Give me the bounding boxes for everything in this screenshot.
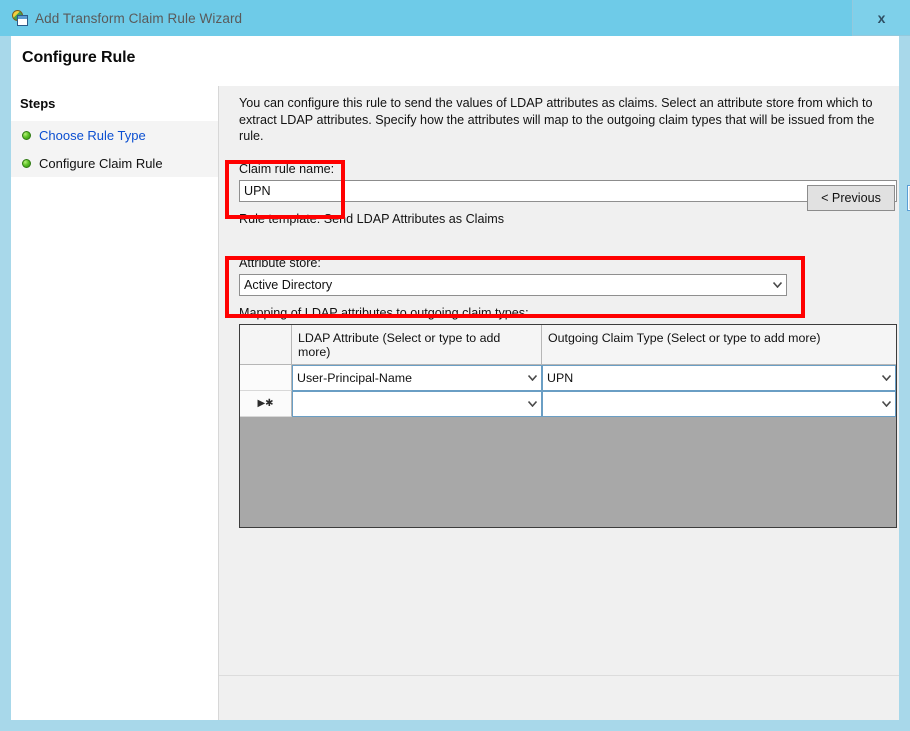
- grid-corner-cell: [240, 325, 292, 365]
- intro-description: You can configure this rule to send the …: [239, 96, 875, 143]
- column-header-outgoing-claim-type[interactable]: Outgoing Claim Type (Select or type to a…: [542, 325, 896, 365]
- mapping-grid[interactable]: LDAP Attribute (Select or type to add mo…: [239, 324, 897, 528]
- table-row[interactable]: ▶✱: [240, 391, 896, 417]
- sidebar-item-configure-claim-rule[interactable]: Configure Claim Rule: [11, 149, 218, 177]
- sidebar-item-label: Configure Claim Rule: [39, 155, 163, 171]
- column-header-ldap-attribute[interactable]: LDAP Attribute (Select or type to add mo…: [292, 325, 542, 365]
- header-bar: Configure Rule: [11, 36, 899, 86]
- attribute-store-label: Attribute store:: [239, 256, 321, 270]
- cell-outgoing-claim-type[interactable]: UPN: [542, 365, 896, 391]
- row-header-cell[interactable]: [240, 365, 292, 391]
- cell-outgoing-claim-type[interactable]: [542, 391, 896, 417]
- table-row[interactable]: User-Principal-Name UPN: [240, 365, 896, 391]
- chevron-down-icon: [769, 275, 786, 295]
- steps-list: Choose Rule Type Configure Claim Rule: [11, 121, 218, 177]
- green-dot-icon: [22, 158, 31, 168]
- adfs-wizard-icon: [12, 10, 28, 26]
- sidebar-item-choose-rule-type[interactable]: Choose Rule Type: [11, 121, 218, 149]
- body-area: Steps Choose Rule Type Configure Claim R…: [11, 86, 910, 720]
- wizard-window: Add Transform Claim Rule Wizard x Config…: [0, 0, 910, 731]
- window-title: Add Transform Claim Rule Wizard: [35, 10, 243, 26]
- cell-ldap-attribute[interactable]: [292, 391, 542, 417]
- previous-button[interactable]: < Previous: [807, 185, 895, 211]
- chevron-down-icon[interactable]: [878, 368, 895, 388]
- chevron-down-icon[interactable]: [878, 394, 895, 414]
- attribute-store-select[interactable]: Active Directory: [239, 274, 787, 296]
- row-header-new-row[interactable]: ▶✱: [240, 391, 292, 417]
- new-row-icon: ▶✱: [257, 397, 274, 409]
- cell-ldap-attribute[interactable]: User-Principal-Name: [292, 365, 542, 391]
- grid-header-row: LDAP Attribute (Select or type to add mo…: [240, 325, 896, 365]
- cell-outgoing-claim-type-value: UPN: [547, 371, 574, 385]
- chevron-down-icon[interactable]: [524, 368, 541, 388]
- page-title: Configure Rule: [22, 49, 136, 66]
- rule-template-text: Rule template: Send LDAP Attributes as C…: [239, 212, 505, 226]
- content-panel: You can configure this rule to send the …: [219, 86, 910, 720]
- claim-rule-name-input[interactable]: [239, 180, 897, 202]
- sidebar-item-label: Choose Rule Type: [39, 127, 146, 143]
- close-button[interactable]: x: [852, 0, 910, 36]
- title-bar: Add Transform Claim Rule Wizard x: [0, 0, 910, 36]
- steps-sidebar: Steps Choose Rule Type Configure Claim R…: [11, 86, 218, 720]
- mapping-label: Mapping of LDAP attributes to outgoing c…: [239, 306, 529, 320]
- chevron-down-icon[interactable]: [524, 394, 541, 414]
- cell-ldap-attribute-value: User-Principal-Name: [297, 371, 412, 385]
- green-dot-icon: [22, 130, 31, 140]
- footer-divider: [219, 675, 899, 676]
- steps-heading: Steps: [20, 96, 56, 111]
- attribute-store-value: Active Directory: [244, 278, 333, 292]
- grid-empty-area: [240, 417, 896, 527]
- claim-rule-name-label: Claim rule name:: [239, 162, 335, 176]
